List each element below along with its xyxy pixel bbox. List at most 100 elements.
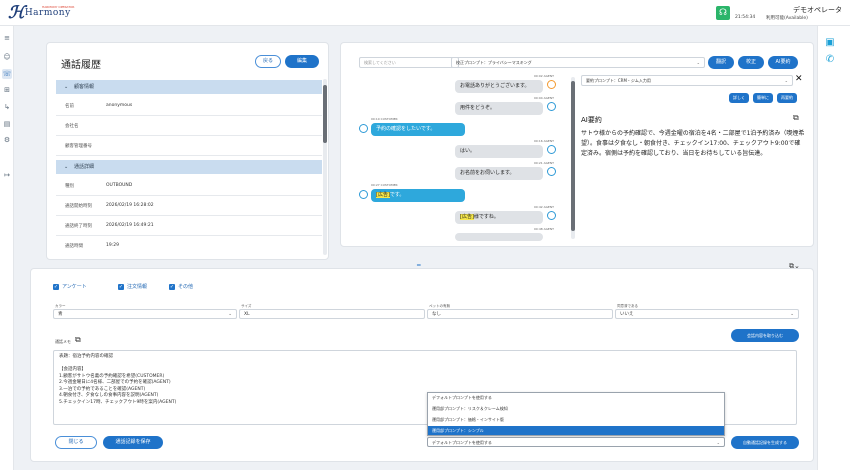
row-label: 名前 <box>65 104 74 109</box>
message-meta: 00:42 AGENT <box>534 205 554 209</box>
message-meta: 00:48 AGENT <box>534 227 554 231</box>
agent-status[interactable]: 利用可能(Available) <box>766 15 808 21</box>
chevron-down-icon: ⌄ <box>64 164 69 170</box>
masked-text: [広告] <box>460 214 474 220</box>
prompt-dropdown-list[interactable]: デフォルトプロンプトを使用する 運用部プロンプト：リスク＆クレーム検知 運用部プ… <box>427 392 725 436</box>
table-row: 顧客管理番号 <box>56 136 322 156</box>
correction-prompt-select[interactable]: 校正プロンプト：プライバシーマスキング ⌄ <box>451 57 705 68</box>
agent-avatar-icon <box>547 211 556 220</box>
consent-select[interactable]: いいえ ⌄ <box>615 309 799 319</box>
customer-section-header[interactable]: ⌄ 顧客情報 <box>56 80 322 94</box>
panel-toggle-icon[interactable]: ▣ <box>824 37 836 49</box>
summary-prompt-select[interactable]: 要約プロンプト：CRM・ジム入力用 ⌄ <box>581 75 793 86</box>
summary-text: サトウ様からの予約確認で、今週金曜の宿泊を4名・二部屋で1泊予約済み（喫煙希望）… <box>581 130 805 157</box>
dropdown-option[interactable]: デフォルトプロンプトを使用する <box>428 393 724 402</box>
agent-message <box>455 233 543 241</box>
tab-other[interactable]: ✓ その他 <box>169 283 193 290</box>
copy-icon[interactable]: ⧉ <box>793 113 799 123</box>
row-label: 種別 <box>65 184 74 189</box>
phone-history-icon[interactable]: ☏ <box>2 69 12 79</box>
chat-transcript[interactable]: 00:02 AGENT お電話ありがとうございます。 00:04 AGENT 用… <box>359 73 575 241</box>
agent-message: はい。 <box>455 145 543 158</box>
color-select[interactable]: 青 ⌄ <box>53 309 237 319</box>
agent-message: [広告]様ですね。 <box>455 211 543 224</box>
tab-order-info[interactable]: ✓ 注文情報 <box>118 283 147 290</box>
chevron-down-icon: ⌄ <box>784 78 788 83</box>
left-sidebar: ≡ ☺ ☏ ⊞ ↳ ▤ ⚙ ↦ <box>0 26 14 470</box>
table-row: 種別 OUTBOUND <box>56 176 322 196</box>
agent-avatar-icon <box>547 145 556 154</box>
agent-avatar-icon <box>547 102 556 111</box>
agent-avatar-icon <box>547 167 556 176</box>
top-bar: ℋ Harmony HARMONY OPERATOR ☊ 21:54:34 利用… <box>0 0 850 26</box>
import-conversation-button[interactable]: 会話内容を取り込む <box>731 329 799 342</box>
table-row: 会社名 <box>56 116 322 136</box>
table-row: 通話開始時刻 2026/02/19 16:28:02 <box>56 196 322 216</box>
simplify-button[interactable]: 簡単に <box>753 93 773 103</box>
clock: 21:54:34 <box>735 15 756 20</box>
tab-label: 注文情報 <box>127 284 148 290</box>
copy-icon[interactable]: ⧉ <box>75 335 81 345</box>
message-meta: 00:04 AGENT <box>534 96 554 100</box>
operator-name[interactable]: デモオペレータ <box>793 5 842 15</box>
history-scrollbar[interactable] <box>323 79 327 255</box>
row-label: 通話開始時刻 <box>65 204 92 209</box>
dropdown-option[interactable]: 運用部プロンプト：価格・インサイト版 <box>428 415 724 424</box>
chevron-down-icon: ⌄ <box>64 84 69 90</box>
logo-name: Harmony <box>24 8 71 18</box>
edit-button[interactable]: 編集 <box>285 55 319 68</box>
size-field[interactable]: XL <box>239 309 425 319</box>
prompt-select-value: デフォルトプロンプトを使用する <box>432 440 492 445</box>
row-label: 会社名 <box>65 124 79 129</box>
chevron-down-icon: ⌄ <box>716 440 720 445</box>
generation-prompt-select[interactable]: デフォルトプロンプトを使用する ⌄ <box>427 437 725 447</box>
row-value: anonymous <box>106 103 133 108</box>
message-text: 様ですね。 <box>473 214 499 220</box>
back-button[interactable]: 戻る <box>255 55 281 68</box>
generate-record-button[interactable]: 自動通話記録を生成する <box>731 436 799 449</box>
chevron-down-icon: ⌄ <box>790 312 794 317</box>
ai-summary-button[interactable]: AI要約 <box>768 56 798 69</box>
message-meta: 00:21 AGENT <box>534 161 554 165</box>
dropdown-option[interactable]: 運用部プロンプト：リスク＆クレーム検知 <box>428 404 724 413</box>
close-button[interactable]: 閉じる <box>55 436 97 449</box>
checkbox-icon: ✓ <box>53 283 59 290</box>
masked-text: [広告] <box>376 192 390 198</box>
call-section-label: 通話詳細 <box>74 164 95 170</box>
close-icon[interactable]: ✕ <box>795 74 803 84</box>
phone-forward-icon[interactable]: ↳ <box>2 102 12 112</box>
history-scroll-thumb[interactable] <box>323 85 327 143</box>
chevron-down-icon: ⌄ <box>228 312 232 317</box>
phone-icon[interactable]: ✆ <box>824 54 836 66</box>
proofread-button[interactable]: 校正 <box>738 56 764 69</box>
users-icon[interactable]: ☺ <box>2 52 12 62</box>
report-icon[interactable]: ▤ <box>2 119 12 129</box>
transcript-panel: 検索してください 校正プロンプト：プライバシーマスキング ⌄ 翻訳 校正 AI要約… <box>340 42 814 247</box>
agent-message: お名前をお伺いします。 <box>455 167 543 180</box>
tab-survey[interactable]: ✓ アンケート <box>53 283 87 290</box>
table-row: 通話時間 19:29 <box>56 236 322 256</box>
logout-icon[interactable]: ↦ <box>2 170 12 180</box>
row-value: OUTBOUND <box>106 183 133 188</box>
search-input[interactable]: 検索してください <box>359 57 459 68</box>
page-title: 通話履歴 <box>61 60 101 71</box>
message-meta: 00:02 AGENT <box>534 74 554 78</box>
call-section-header[interactable]: ⌄ 通話詳細 <box>56 160 322 174</box>
save-record-button[interactable]: 通話記録を保存 <box>103 436 163 449</box>
customer-section-label: 顧客情報 <box>74 84 95 90</box>
headset-icon[interactable]: ☊ <box>716 6 730 20</box>
detail-button[interactable]: 詳しく <box>729 93 749 103</box>
translate-button[interactable]: 翻訳 <box>708 56 734 69</box>
menu-icon[interactable]: ≡ <box>2 33 12 43</box>
pet-field[interactable]: なし <box>427 309 613 319</box>
resummarize-button[interactable]: 再要約 <box>777 93 797 103</box>
agent-avatar-icon <box>547 80 556 89</box>
row-label: 通話時間 <box>65 244 83 249</box>
prompt-select-value: 校正プロンプト：プライバシーマスキング <box>456 60 532 65</box>
customer-avatar-icon <box>359 124 368 133</box>
dropdown-option-selected[interactable]: 運用部プロンプト：シンプル <box>428 426 724 435</box>
settings-icon[interactable]: ⚙ <box>2 135 12 145</box>
message-text: です。 <box>389 192 405 198</box>
checkbox-icon: ✓ <box>118 283 124 290</box>
org-icon[interactable]: ⊞ <box>2 85 12 95</box>
